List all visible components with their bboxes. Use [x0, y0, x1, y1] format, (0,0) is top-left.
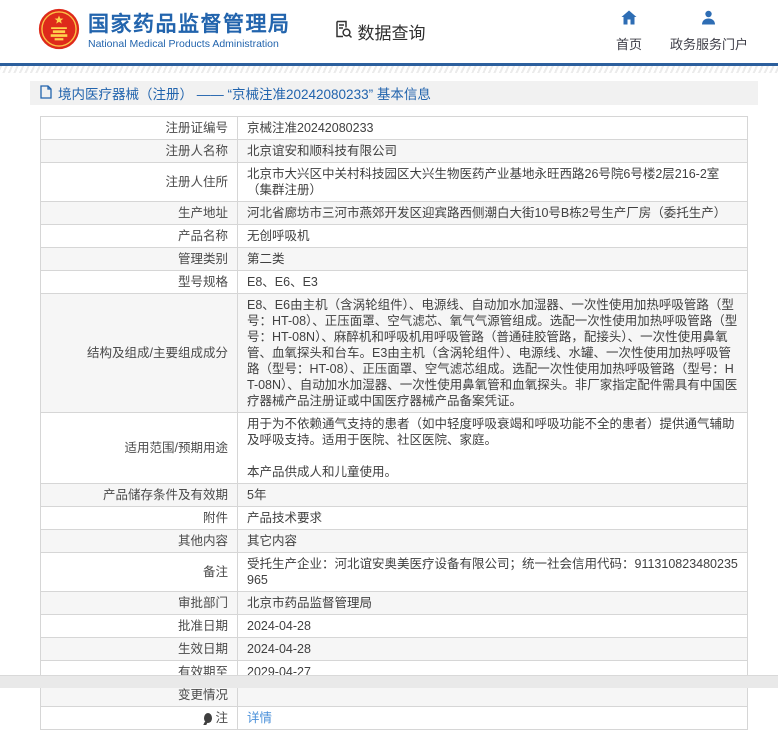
table-row: 其他内容其它内容 — [41, 530, 748, 553]
table-row: 注册证编号京械注准20242080233 — [41, 117, 748, 140]
row-value: 北京市药品监督管理局 — [238, 592, 748, 615]
row-label: 产品储存条件及有效期 — [41, 484, 238, 507]
row-value: 2024-04-28 — [238, 615, 748, 638]
brand-text: 国家药品监督管理局 National Medical Products Admi… — [88, 13, 291, 51]
detail-link[interactable]: 详情 — [247, 711, 272, 725]
row-label: 注册证编号 — [41, 117, 238, 140]
brand: 国家药品监督管理局 National Medical Products Admi… — [38, 8, 291, 55]
row-value: 5年 — [238, 484, 748, 507]
row-value: 无创呼吸机 — [238, 225, 748, 248]
table-row: 注详情 — [41, 707, 748, 730]
top-nav: 首页 政务服务门户 — [616, 10, 760, 53]
row-label: 产品名称 — [41, 225, 238, 248]
row-value: 产品技术要求 — [238, 507, 748, 530]
row-label: 审批部门 — [41, 592, 238, 615]
row-value: 第二类 — [238, 248, 748, 271]
row-value: 其它内容 — [238, 530, 748, 553]
row-label: 附件 — [41, 507, 238, 530]
user-icon — [701, 10, 716, 30]
row-value: 河北省廊坊市三河市燕郊开发区迎宾路西侧潮白大街10号B栋2号生产厂房（委托生产） — [238, 202, 748, 225]
agency-name-cn: 国家药品监督管理局 — [88, 13, 291, 36]
page-title: 境内医疗器械（注册） —— “京械注准20242080233” 基本信息 — [58, 83, 431, 103]
table-row: 注册人住所北京市大兴区中关村科技园区大兴生物医药产业基地永旺西路26号院6号楼2… — [41, 163, 748, 202]
row-label: 适用范围/预期用途 — [41, 413, 238, 484]
table-row: 管理类别第二类 — [41, 248, 748, 271]
document-icon — [40, 85, 52, 102]
table-row: 备注受托生产企业：河北谊安奥美医疗设备有限公司；统一社会信用代码：9113108… — [41, 553, 748, 592]
row-value: 详情 — [238, 707, 748, 730]
row-label: 注 — [41, 707, 238, 730]
row-label: 注册人住所 — [41, 163, 238, 202]
data-query-tab[interactable]: 数据查询 — [333, 19, 426, 44]
table-row: 结构及组成/主要组成成分E8、E6由主机（含涡轮组件）、电源线、自动加水加湿器、… — [41, 294, 748, 413]
table-row: 适用范围/预期用途用于为不依赖通气支持的患者（如中轻度呼吸衰竭和呼吸功能不全的患… — [41, 413, 748, 484]
row-value: E8、E6、E3 — [238, 271, 748, 294]
row-label: 其他内容 — [41, 530, 238, 553]
row-label: 型号规格 — [41, 271, 238, 294]
row-label: 注册人名称 — [41, 140, 238, 163]
table-row: 产品名称无创呼吸机 — [41, 225, 748, 248]
table-row: 产品储存条件及有效期5年 — [41, 484, 748, 507]
table-row: 生产地址河北省廊坊市三河市燕郊开发区迎宾路西侧潮白大街10号B栋2号生产厂房（委… — [41, 202, 748, 225]
table-row: 批准日期2024-04-28 — [41, 615, 748, 638]
row-value: E8、E6由主机（含涡轮组件）、电源线、自动加水加湿器、一次性使用加热呼吸管路（… — [238, 294, 748, 413]
row-label: 备注 — [41, 553, 238, 592]
table-row: 注册人名称北京谊安和顺科技有限公司 — [41, 140, 748, 163]
national-emblem-icon — [38, 8, 80, 55]
info-table: 注册证编号京械注准20242080233注册人名称北京谊安和顺科技有限公司注册人… — [40, 116, 748, 730]
table-row: 型号规格E8、E6、E3 — [41, 271, 748, 294]
row-value-paragraph: 本产品供成人和儿童使用。 — [247, 464, 738, 480]
page-title-bar: 境内医疗器械（注册） —— “京械注准20242080233” 基本信息 — [30, 81, 758, 105]
decorative-hatch-strip — [0, 66, 778, 73]
row-value-paragraph: 用于为不依赖通气支持的患者（如中轻度呼吸衰竭和呼吸功能不全的患者）提供通气辅助及… — [247, 416, 738, 448]
row-label: 生效日期 — [41, 638, 238, 661]
table-row: 生效日期2024-04-28 — [41, 638, 748, 661]
home-icon — [621, 10, 637, 30]
site-header: 国家药品监督管理局 National Medical Products Admi… — [0, 0, 778, 66]
nav-home[interactable]: 首页 — [616, 10, 642, 53]
balloon-icon — [204, 713, 212, 723]
row-value: 受托生产企业：河北谊安奥美医疗设备有限公司；统一社会信用代码：911310823… — [238, 553, 748, 592]
nav-home-label: 首页 — [616, 34, 642, 53]
row-label: 批准日期 — [41, 615, 238, 638]
row-label: 结构及组成/主要组成成分 — [41, 294, 238, 413]
document-search-icon — [333, 19, 353, 44]
nav-portal[interactable]: 政务服务门户 — [670, 10, 748, 53]
info-table-wrap: 注册证编号京械注准20242080233注册人名称北京谊安和顺科技有限公司注册人… — [40, 116, 748, 730]
row-value: 京械注准20242080233 — [238, 117, 748, 140]
row-value: 2024-04-28 — [238, 638, 748, 661]
table-row: 审批部门北京市药品监督管理局 — [41, 592, 748, 615]
row-label: 管理类别 — [41, 248, 238, 271]
footer-band — [0, 675, 778, 688]
row-value: 北京谊安和顺科技有限公司 — [238, 140, 748, 163]
nav-portal-label: 政务服务门户 — [670, 34, 748, 53]
table-row: 附件产品技术要求 — [41, 507, 748, 530]
row-value: 用于为不依赖通气支持的患者（如中轻度呼吸衰竭和呼吸功能不全的患者）提供通气辅助及… — [238, 413, 748, 484]
row-label: 生产地址 — [41, 202, 238, 225]
data-query-label: 数据查询 — [358, 19, 426, 44]
page: 国家药品监督管理局 National Medical Products Admi… — [0, 0, 778, 688]
agency-name-en: National Medical Products Administration — [88, 39, 291, 51]
row-value: 北京市大兴区中关村科技园区大兴生物医药产业基地永旺西路26号院6号楼2层216-… — [238, 163, 748, 202]
content-container: 境内医疗器械（注册） —— “京械注准20242080233” 基本信息 注册证… — [30, 81, 758, 730]
